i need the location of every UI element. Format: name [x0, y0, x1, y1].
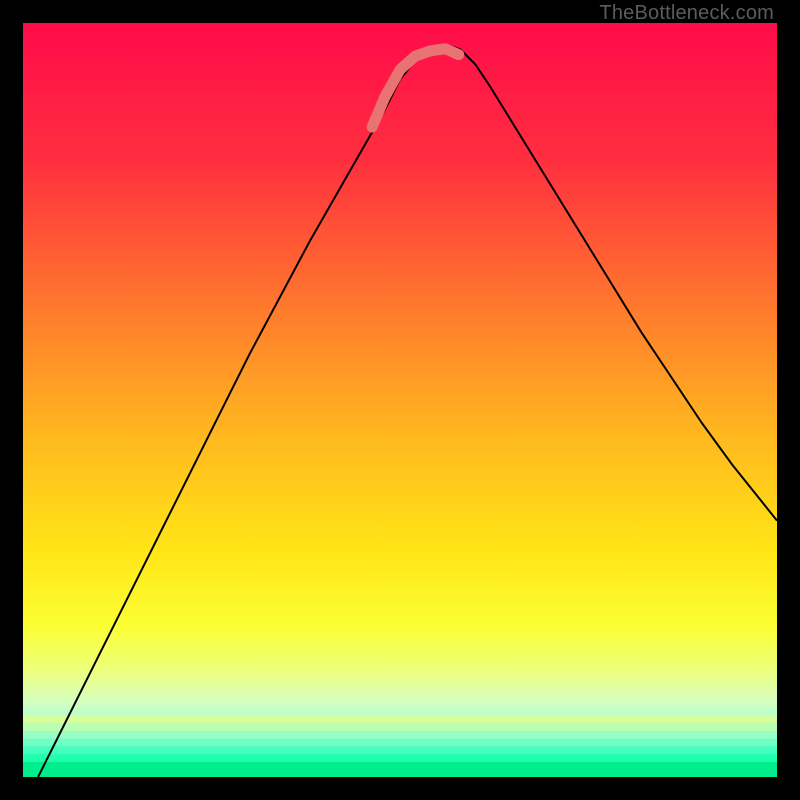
chart-frame: TheBottleneck.com [0, 0, 800, 800]
bottom-stripe-bands [23, 715, 777, 777]
chart-plot-area [23, 23, 777, 777]
watermark-label: TheBottleneck.com [599, 2, 774, 25]
gradient-background [23, 23, 777, 777]
bottleneck-chart [23, 23, 777, 777]
